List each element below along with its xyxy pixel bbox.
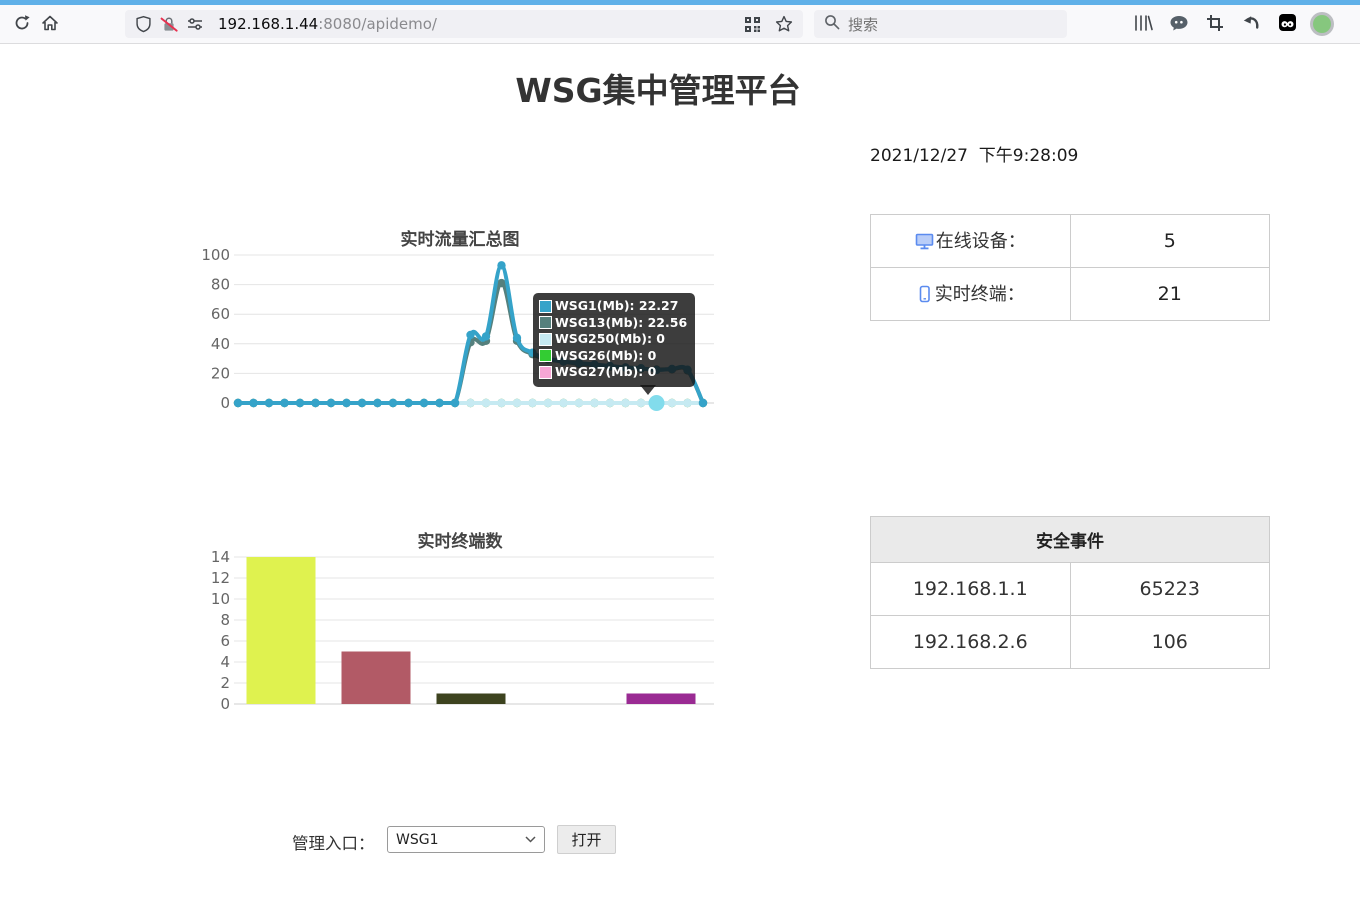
qr-code-icon[interactable] [744, 16, 761, 33]
screenshot-crop-button[interactable] [1201, 10, 1229, 38]
reload-icon [13, 14, 31, 35]
phone-icon [916, 285, 933, 308]
svg-text:8: 8 [220, 611, 230, 629]
wsg-select-value: WSG1 [396, 832, 439, 848]
security-events-title: 安全事件 [871, 517, 1270, 563]
tooltip-entry: WSG13(Mb): 22.56 [539, 315, 687, 332]
chevron-down-icon [525, 836, 536, 843]
series-color-swatch [539, 333, 552, 346]
shield-icon[interactable] [135, 15, 152, 33]
security-event-ip: 192.168.2.6 [871, 616, 1071, 669]
panda-extension-icon [1278, 13, 1297, 35]
home-button[interactable] [36, 10, 64, 38]
library-icon [1133, 14, 1153, 35]
screenshot-crop-icon [1206, 14, 1224, 35]
series-color-swatch [539, 300, 552, 313]
panda-extension-button[interactable] [1273, 10, 1301, 38]
online-devices-value: 5 [1070, 215, 1270, 268]
home-icon [41, 14, 59, 35]
table-header-row: 安全事件 [871, 517, 1270, 563]
svg-text:100: 100 [201, 246, 230, 264]
toolbar-row: 192.168.1.44:8080/apidemo/ 搜索 [0, 5, 1360, 43]
tooltip-entry: WSG26(Mb): 0 [539, 348, 687, 365]
page-title: WSG集中管理平台 [0, 64, 1316, 112]
security-events-table: 安全事件 192.168.1.1 65223 192.168.2.6 106 [870, 516, 1270, 669]
svg-text:10: 10 [211, 590, 230, 608]
permissions-icon[interactable] [186, 15, 204, 33]
svg-text:2: 2 [220, 674, 230, 692]
security-event-count: 65223 [1070, 563, 1270, 616]
table-row: 在线设备： 5 [871, 215, 1270, 268]
browser-search-input[interactable]: 搜索 [814, 10, 1067, 38]
browser-toolbar: 192.168.1.44:8080/apidemo/ 搜索 [0, 0, 1360, 44]
device-row-label: 在线设备： [936, 231, 1026, 252]
series-color-swatch [539, 349, 552, 362]
reload-button[interactable] [8, 10, 36, 38]
monitor-icon [915, 233, 934, 255]
tooltip-entry: WSG250(Mb): 0 [539, 331, 687, 348]
wsg-select[interactable]: WSG1 [387, 826, 545, 853]
url-path: :8080/apidemo/ [318, 15, 437, 33]
url-host: 192.168.1.44 [218, 15, 318, 33]
url-text[interactable]: 192.168.1.44:8080/apidemo/ [218, 15, 744, 33]
svg-text:40: 40 [211, 335, 230, 353]
insecure-lock-icon[interactable] [160, 15, 178, 33]
svg-text:20: 20 [211, 364, 230, 382]
terminal-count-chart: 实时终端数 02468101214 [200, 524, 720, 724]
bar [247, 557, 316, 704]
device-table: 在线设备： 5 实时终端： 21 [870, 214, 1270, 321]
security-event-count: 106 [1070, 616, 1270, 669]
undo-arrow-icon [1242, 14, 1260, 35]
library-button[interactable] [1129, 10, 1157, 38]
svg-text:80: 80 [211, 276, 230, 294]
table-row: 192.168.1.1 65223 [871, 563, 1270, 616]
svg-text:0: 0 [220, 394, 230, 412]
traffic-chart: 实时流量汇总图 020406080100 WSG1(Mb): 22.27WSG1… [200, 222, 720, 422]
realtime-terminals-value: 21 [1070, 268, 1270, 321]
bar [627, 694, 696, 705]
chat-bubble-button[interactable] [1165, 10, 1193, 38]
toolbar-right-icons [1129, 10, 1331, 38]
undo-arrow-button[interactable] [1237, 10, 1265, 38]
svg-text:12: 12 [211, 569, 230, 587]
screen: 192.168.1.44:8080/apidemo/ 搜索 [0, 0, 1360, 917]
management-entry-label: 管理入口： [292, 830, 375, 854]
series-color-swatch [539, 316, 552, 329]
security-event-ip: 192.168.1.1 [871, 563, 1071, 616]
timestamp: 2021/12/27 下午9:28:09 [870, 141, 1078, 166]
account-avatar[interactable] [1313, 15, 1331, 33]
search-placeholder: 搜索 [848, 14, 878, 35]
search-icon [824, 14, 840, 34]
terminal-count-chart-canvas[interactable]: 0 2 4 6 8 10 12 14 [200, 524, 720, 724]
chat-bubble-icon [1169, 14, 1189, 35]
bookmark-star-icon[interactable] [775, 15, 793, 33]
svg-text:4: 4 [220, 653, 230, 671]
url-bar[interactable]: 192.168.1.44:8080/apidemo/ [125, 10, 803, 38]
table-row: 192.168.2.6 106 [871, 616, 1270, 669]
tooltip-entry: WSG1(Mb): 22.27 [539, 298, 687, 315]
bar [342, 652, 411, 705]
bar [437, 694, 506, 705]
svg-text:60: 60 [211, 305, 230, 323]
table-row: 实时终端： 21 [871, 268, 1270, 321]
svg-text:14: 14 [211, 548, 230, 566]
device-row-label: 实时终端： [935, 284, 1025, 305]
open-button[interactable]: 打开 [557, 825, 616, 854]
tooltip-entry: WSG27(Mb): 0 [539, 364, 687, 381]
series-color-swatch [539, 366, 552, 379]
chart-tooltip: WSG1(Mb): 22.27WSG13(Mb): 22.56WSG250(Mb… [533, 293, 695, 387]
chart-tooltip-caret [640, 385, 656, 395]
svg-text:6: 6 [220, 632, 230, 650]
svg-text:0: 0 [220, 695, 230, 713]
